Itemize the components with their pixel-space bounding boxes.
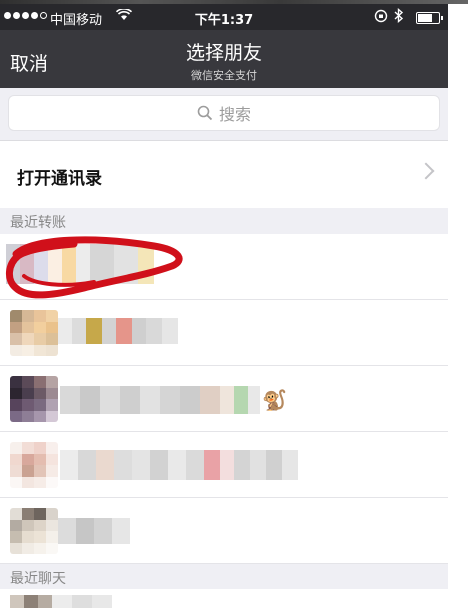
- open-contacts-row[interactable]: 打开通讯录: [0, 140, 448, 209]
- page-title: 选择朋友: [185, 42, 262, 64]
- phone-screen: 中国移动 下午1:37 取消 选择朋友 微信安全支付 搜索 打开通讯录 最近转账: [0, 4, 448, 608]
- battery-icon: [416, 12, 443, 24]
- contact-name-pixelated: [58, 518, 130, 544]
- list-item[interactable]: [0, 432, 448, 498]
- list-item[interactable]: [0, 589, 448, 608]
- contact-name-pixelated: [60, 450, 298, 480]
- page-margin: [448, 4, 468, 608]
- bluetooth-icon: [394, 7, 404, 27]
- pixelated-contact: [6, 244, 154, 284]
- contact-name-pixelated: [10, 595, 112, 608]
- chevron-right-icon: [417, 162, 435, 180]
- list-item[interactable]: 🐒: [0, 366, 448, 432]
- search-placeholder: 搜索: [218, 105, 251, 124]
- navigation-bar: 取消 选择朋友 微信安全支付: [0, 30, 448, 88]
- section-header-recent-chat: 最近聊天: [0, 564, 448, 590]
- avatar: [10, 310, 58, 356]
- open-contacts-label: 打开通讯录: [17, 169, 102, 189]
- avatar: [10, 376, 58, 422]
- section-title: 最近转账: [10, 215, 66, 231]
- rotation-lock-icon: [374, 9, 388, 26]
- search-input[interactable]: 搜索: [8, 95, 440, 131]
- search-area: 搜索: [0, 88, 448, 140]
- list-item[interactable]: [0, 234, 448, 300]
- avatar: [10, 442, 58, 488]
- section-title: 最近聊天: [10, 571, 66, 587]
- status-bar: 中国移动 下午1:37: [0, 4, 448, 30]
- search-icon: [197, 105, 213, 121]
- list-item[interactable]: [0, 498, 448, 564]
- contact-name-pixelated: [60, 386, 260, 414]
- list-item[interactable]: [0, 300, 448, 366]
- monkey-emoji-icon: 🐒: [262, 388, 287, 412]
- contact-name-pixelated: [58, 318, 178, 344]
- avatar: [10, 508, 58, 554]
- page-subtitle: 微信安全支付: [191, 69, 257, 82]
- section-header-recent-transfer: 最近转账: [0, 208, 448, 234]
